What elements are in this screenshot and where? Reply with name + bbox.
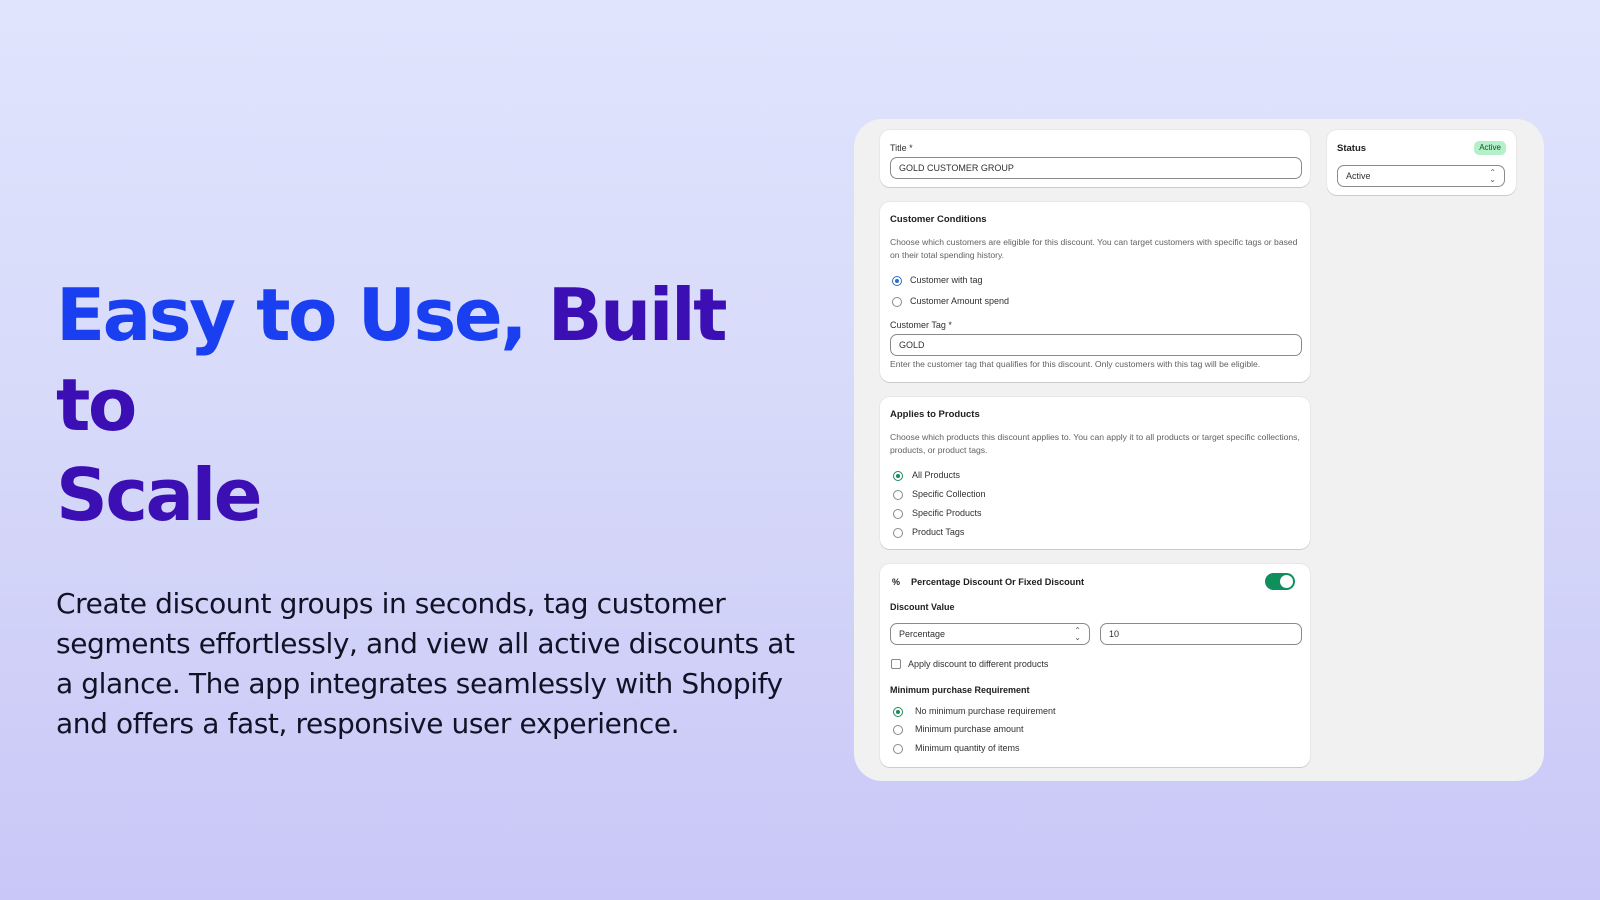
radio-label-specific-products: Specific Products <box>912 508 982 518</box>
status-label: Status <box>1337 143 1367 154</box>
applies-to-products-card: Applies to Products Choose which product… <box>880 397 1310 549</box>
radio-minimum-quantity[interactable] <box>893 744 903 754</box>
customer-tag-label: Customer Tag * <box>890 320 952 330</box>
headline-part-3: Scale <box>56 453 263 537</box>
discount-type-value: Percentage <box>899 629 946 639</box>
discount-value-label: Discount Value <box>890 602 955 612</box>
applies-to-products-heading: Applies to Products <box>890 409 980 420</box>
radio-customer-amount-spend[interactable] <box>892 297 902 307</box>
headline-part-1: Easy to Use, <box>56 273 528 357</box>
chevron-up-down-icon: ⌃ ⌄ <box>1489 168 1496 184</box>
customer-conditions-heading: Customer Conditions <box>890 214 987 225</box>
radio-label-customer-amount-spend: Customer Amount spend <box>910 296 1010 306</box>
radio-label-minimum-amount: Minimum purchase amount <box>915 724 1024 734</box>
radio-specific-collection[interactable] <box>893 490 903 500</box>
app-screenshot-panel: Title * GOLD CUSTOMER GROUP Status Activ… <box>854 119 1544 781</box>
radio-customer-with-tag[interactable] <box>892 276 902 286</box>
radio-product-tags[interactable] <box>893 528 903 538</box>
radio-minimum-amount[interactable] <box>893 725 903 735</box>
discount-heading: Percentage Discount Or Fixed Discount <box>911 577 1085 587</box>
radio-label-all-products: All Products <box>912 470 961 480</box>
title-input[interactable]: GOLD CUSTOMER GROUP <box>890 157 1302 179</box>
chevron-up-down-icon: ⌃ ⌄ <box>1074 626 1081 642</box>
radio-label-specific-collection: Specific Collection <box>912 489 986 499</box>
radio-all-products[interactable] <box>893 471 903 481</box>
title-card: Title * GOLD CUSTOMER GROUP <box>880 130 1310 187</box>
status-badge: Active <box>1474 141 1506 155</box>
customer-tag-input[interactable]: GOLD <box>890 334 1302 356</box>
discount-toggle[interactable] <box>1265 573 1295 590</box>
hero-section: Easy to Use, Built to Scale Create disco… <box>56 270 796 744</box>
customer-conditions-help: Choose which customers are eligible for … <box>890 237 1298 260</box>
different-products-label: Apply discount to different products <box>908 659 1049 669</box>
radio-specific-products[interactable] <box>893 509 903 519</box>
discount-type-select[interactable]: Percentage ⌃ ⌄ <box>890 623 1090 645</box>
title-label: Title * <box>890 143 913 153</box>
status-select[interactable]: Active ⌃ ⌄ <box>1337 165 1505 187</box>
hero-headline: Easy to Use, Built to Scale <box>56 270 796 540</box>
radio-label-minimum-quantity: Minimum quantity of items <box>915 743 1020 753</box>
radio-label-customer-with-tag: Customer with tag <box>910 275 983 285</box>
different-products-checkbox[interactable] <box>891 659 901 669</box>
customer-tag-help: Enter the customer tag that qualifies fo… <box>890 359 1261 369</box>
customer-conditions-card: Customer Conditions Choose which custome… <box>880 202 1310 382</box>
applies-to-products-help: Choose which products this discount appl… <box>890 432 1300 455</box>
minimum-purchase-heading: Minimum purchase Requirement <box>890 685 1030 695</box>
radio-label-product-tags: Product Tags <box>912 527 965 537</box>
status-card: Status Active Active ⌃ ⌄ <box>1327 130 1516 195</box>
radio-no-minimum[interactable] <box>893 707 903 717</box>
radio-label-no-minimum: No minimum purchase requirement <box>915 706 1056 716</box>
hero-description: Create discount groups in seconds, tag c… <box>56 587 795 740</box>
percent-icon: % <box>892 577 901 587</box>
discount-card: % Percentage Discount Or Fixed Discount … <box>880 564 1310 767</box>
status-select-value: Active <box>1346 171 1371 181</box>
discount-amount-input[interactable]: 10 <box>1100 623 1302 645</box>
